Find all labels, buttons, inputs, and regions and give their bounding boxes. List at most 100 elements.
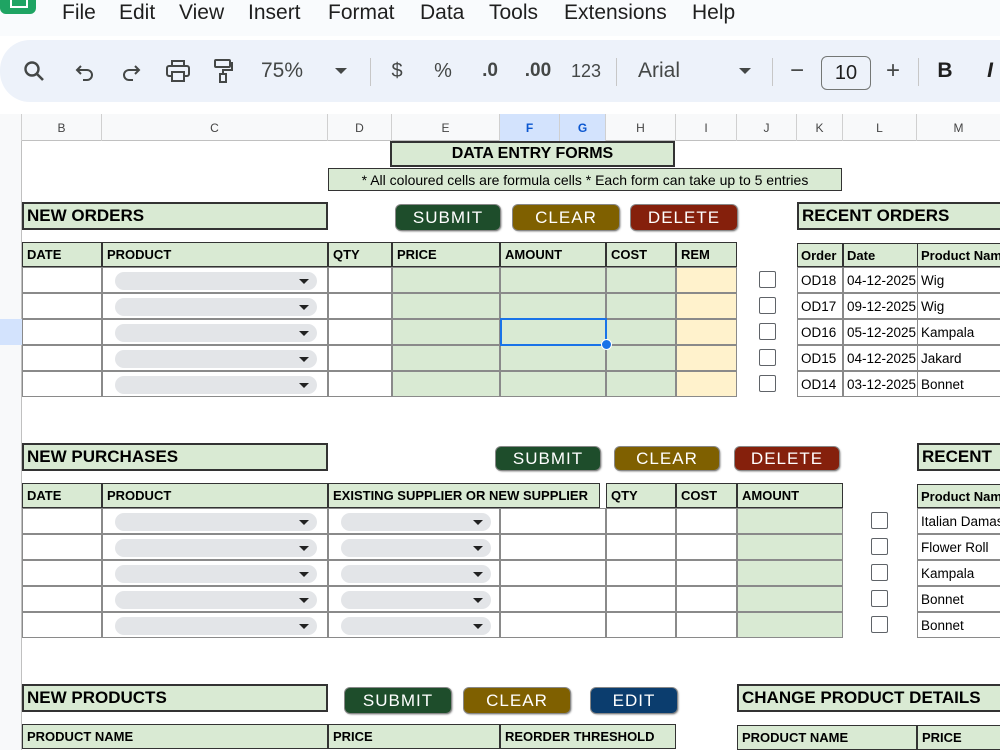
percent-format-button[interactable]: %	[428, 40, 458, 102]
order-date-cell[interactable]	[22, 319, 102, 345]
search-icon[interactable]	[18, 40, 50, 102]
supplier-dropdown[interactable]	[341, 539, 491, 557]
font-size-input[interactable]: 10	[821, 56, 871, 90]
order-cost-cell[interactable]	[606, 371, 676, 397]
order-qty-cell[interactable]	[328, 345, 392, 371]
select-all-corner[interactable]	[0, 114, 22, 141]
order-date-cell[interactable]	[22, 293, 102, 319]
purchase-date-cell[interactable]	[22, 508, 102, 534]
order-qty-cell[interactable]	[328, 371, 392, 397]
purchase-date-cell[interactable]	[22, 534, 102, 560]
column-header-l[interactable]: L	[843, 114, 917, 141]
purchase-product-cell[interactable]	[102, 534, 328, 560]
column-header-d[interactable]: D	[328, 114, 392, 141]
menu-tools[interactable]: Tools	[489, 1, 538, 25]
supplier-dropdown[interactable]	[341, 617, 491, 635]
order-qty-cell[interactable]	[328, 293, 392, 319]
product-dropdown[interactable]	[115, 539, 317, 557]
column-header-j[interactable]: J	[737, 114, 797, 141]
order-price-cell[interactable]	[392, 267, 500, 293]
order-date-cell[interactable]	[22, 371, 102, 397]
decrease-decimal-button[interactable]: .0	[472, 40, 508, 102]
purchase-checkbox[interactable]	[871, 564, 888, 581]
order-price-cell[interactable]	[392, 345, 500, 371]
order-amount-cell[interactable]	[500, 293, 606, 319]
order-price-cell[interactable]	[392, 293, 500, 319]
order-date-cell[interactable]	[22, 267, 102, 293]
column-header-g[interactable]: G	[560, 114, 606, 141]
purchase-product-cell[interactable]	[102, 560, 328, 586]
order-rem-cell[interactable]	[676, 371, 737, 397]
purchase-cost-cell[interactable]	[676, 586, 737, 612]
purchase-qty-cell[interactable]	[606, 534, 676, 560]
supplier-dropdown[interactable]	[341, 591, 491, 609]
supplier-dropdown[interactable]	[341, 565, 491, 583]
order-price-cell[interactable]	[392, 371, 500, 397]
products-edit-button[interactable]: EDIT	[591, 688, 677, 713]
purchase-product-cell[interactable]	[102, 586, 328, 612]
order-amount-cell[interactable]	[500, 267, 606, 293]
products-submit-button[interactable]: SUBMIT	[345, 688, 451, 713]
purchase-qty-cell[interactable]	[500, 612, 606, 638]
purchase-supplier-cell[interactable]	[328, 612, 500, 638]
purchase-cost-cell[interactable]	[676, 612, 737, 638]
purchases-clear-button[interactable]: CLEAR	[615, 447, 719, 470]
product-dropdown[interactable]	[115, 272, 317, 290]
order-cost-cell[interactable]	[606, 293, 676, 319]
order-checkbox[interactable]	[759, 349, 776, 366]
orders-delete-button[interactable]: DELETE	[631, 205, 737, 230]
active-cell-selection[interactable]	[500, 318, 607, 346]
purchases-submit-button[interactable]: SUBMIT	[496, 447, 600, 470]
order-checkbox[interactable]	[759, 323, 776, 340]
supplier-dropdown[interactable]	[341, 513, 491, 531]
fill-handle[interactable]	[601, 339, 612, 350]
purchase-amount-cell[interactable]	[737, 586, 843, 612]
menu-data[interactable]: Data	[420, 1, 464, 25]
purchase-qty-cell[interactable]	[606, 508, 676, 534]
italic-button[interactable]: I	[980, 40, 1000, 102]
order-product-cell[interactable]	[102, 345, 328, 371]
column-header-b[interactable]: B	[22, 114, 102, 141]
purchase-amount-cell[interactable]	[737, 560, 843, 586]
column-header-e[interactable]: E	[392, 114, 500, 141]
order-checkbox[interactable]	[759, 271, 776, 288]
purchase-qty-cell[interactable]	[606, 612, 676, 638]
purchase-cost-cell[interactable]	[676, 508, 737, 534]
menu-format[interactable]: Format	[328, 1, 395, 25]
purchase-date-cell[interactable]	[22, 586, 102, 612]
purchase-qty-cell[interactable]	[500, 560, 606, 586]
font-family-select[interactable]: Arial	[630, 40, 696, 102]
orders-submit-button[interactable]: SUBMIT	[396, 205, 500, 230]
column-header-m[interactable]: M	[917, 114, 1000, 141]
orders-clear-button[interactable]: CLEAR	[513, 205, 619, 230]
order-checkbox[interactable]	[759, 375, 776, 392]
purchase-product-cell[interactable]	[102, 508, 328, 534]
product-dropdown[interactable]	[115, 617, 317, 635]
order-cost-cell[interactable]	[606, 319, 676, 345]
order-amount-cell[interactable]	[500, 371, 606, 397]
column-header-f[interactable]: F	[500, 114, 560, 141]
column-header-c[interactable]: C	[102, 114, 328, 141]
increase-decimal-button[interactable]: .00	[520, 40, 556, 102]
undo-icon[interactable]	[70, 40, 100, 102]
product-dropdown[interactable]	[115, 350, 317, 368]
product-dropdown[interactable]	[115, 324, 317, 342]
menu-file[interactable]: File	[62, 1, 96, 25]
menu-help[interactable]: Help	[692, 1, 735, 25]
order-product-cell[interactable]	[102, 267, 328, 293]
order-product-cell[interactable]	[102, 371, 328, 397]
decrease-font-size-button[interactable]: −	[784, 40, 810, 102]
increase-font-size-button[interactable]: +	[880, 40, 906, 102]
order-rem-cell[interactable]	[676, 345, 737, 371]
redo-icon[interactable]	[116, 40, 146, 102]
column-header-i[interactable]: I	[676, 114, 737, 141]
purchase-qty-cell[interactable]	[500, 534, 606, 560]
purchase-qty-cell[interactable]	[500, 508, 606, 534]
order-amount-cell[interactable]	[500, 345, 606, 371]
order-rem-cell[interactable]	[676, 319, 737, 345]
order-price-cell[interactable]	[392, 319, 500, 345]
purchase-checkbox[interactable]	[871, 590, 888, 607]
purchase-checkbox[interactable]	[871, 538, 888, 555]
product-dropdown[interactable]	[115, 591, 317, 609]
purchase-product-cell[interactable]	[102, 612, 328, 638]
